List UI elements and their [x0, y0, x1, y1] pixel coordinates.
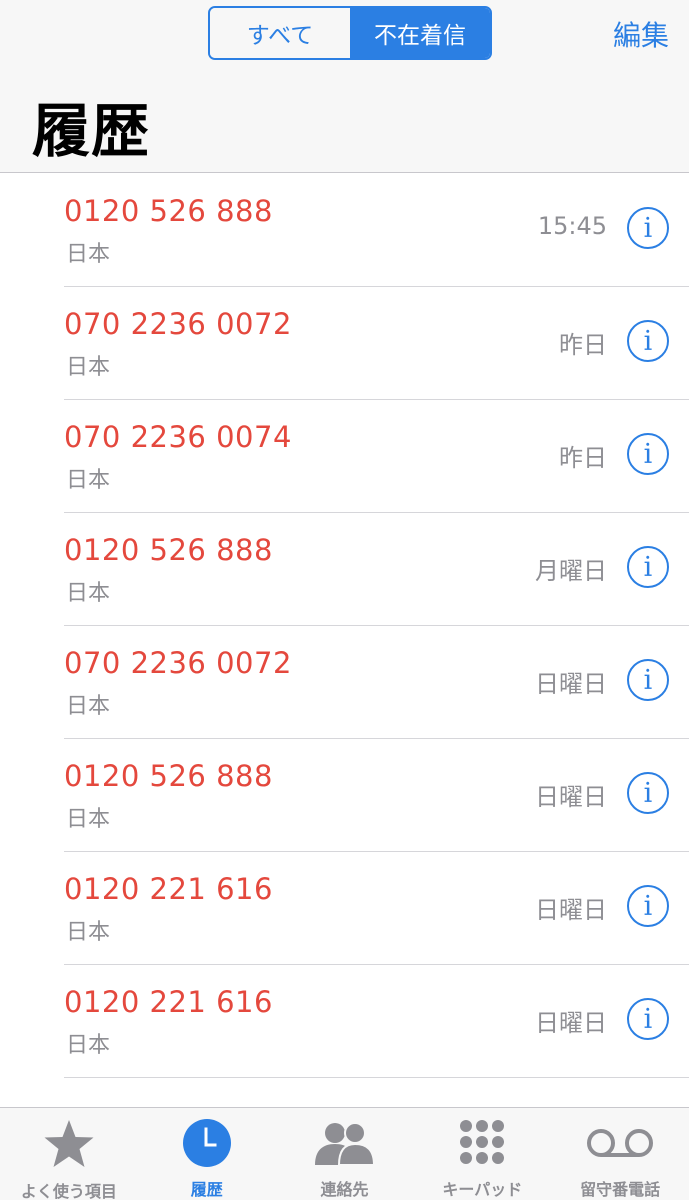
people-icon: [311, 1118, 377, 1168]
call-region: 日本: [66, 581, 111, 606]
call-time: 日曜日: [535, 670, 607, 698]
call-number: 0120 221 616: [64, 872, 273, 906]
page-title: 履歴: [32, 97, 151, 165]
info-icon[interactable]: i: [627, 433, 669, 475]
call-time: 日曜日: [535, 896, 607, 924]
phone-recents-screen: すべて 不在着信 編集 履歴 0120 526 888 日本 15:45 i 0…: [0, 0, 689, 1200]
tab-label: 留守番電話: [580, 1180, 661, 1199]
call-time: 昨日: [559, 444, 607, 472]
call-row[interactable]: 0120 526 888 日本 15:45 i: [0, 174, 689, 287]
call-number: 070 2236 0072: [64, 646, 292, 680]
info-icon[interactable]: i: [627, 207, 669, 249]
row-divider: [64, 1077, 689, 1078]
info-icon[interactable]: i: [627, 998, 669, 1040]
tab-voicemail[interactable]: 留守番電話: [551, 1108, 689, 1200]
call-region: 日本: [66, 1033, 111, 1058]
call-filter-segmented-control: すべて 不在着信: [208, 6, 492, 60]
call-number: 070 2236 0072: [64, 307, 292, 341]
call-region: 日本: [66, 468, 111, 493]
call-row[interactable]: 070 2236 0072 日本 昨日 i: [0, 287, 689, 400]
voicemail-icon: [585, 1118, 655, 1168]
call-number: 0120 526 888: [64, 194, 273, 228]
call-time: 日曜日: [535, 783, 607, 811]
call-row[interactable]: 0120 221 616 日本 日曜日 i: [0, 852, 689, 965]
tab-label: よく使う項目: [20, 1182, 117, 1200]
call-region: 日本: [66, 694, 111, 719]
edit-button[interactable]: 編集: [613, 14, 669, 54]
call-number: 0120 526 888: [64, 533, 273, 567]
tab-keypad[interactable]: キーパッド: [413, 1108, 551, 1200]
call-number: 0120 526 888: [64, 759, 273, 793]
call-region: 日本: [66, 920, 111, 945]
segment-all[interactable]: すべて: [210, 8, 350, 58]
call-region: 日本: [66, 242, 111, 267]
info-icon[interactable]: i: [627, 546, 669, 588]
call-time: 月曜日: [535, 557, 607, 585]
segment-missed[interactable]: 不在着信: [350, 8, 490, 58]
call-row[interactable]: 0120 526 888 日本 日曜日 i: [0, 739, 689, 852]
info-icon[interactable]: i: [627, 659, 669, 701]
call-region: 日本: [66, 355, 111, 380]
tab-label: 履歴: [190, 1180, 223, 1199]
keypad-grid-icon: [457, 1118, 507, 1168]
tab-label: 連絡先: [320, 1180, 369, 1199]
call-time: 15:45: [537, 212, 607, 240]
call-row[interactable]: 0120 526 888 日本 月曜日 i: [0, 513, 689, 626]
info-icon[interactable]: i: [627, 320, 669, 362]
call-time: 日曜日: [535, 1009, 607, 1037]
info-icon[interactable]: i: [627, 772, 669, 814]
recent-calls-list: 0120 526 888 日本 15:45 i 070 2236 0072 日本…: [0, 174, 689, 1078]
tab-contacts[interactable]: 連絡先: [276, 1108, 414, 1200]
call-number: 070 2236 0074: [64, 420, 292, 454]
navigation-header: すべて 不在着信 編集 履歴: [0, 0, 689, 173]
tab-recents[interactable]: 履歴: [138, 1108, 276, 1200]
tab-label: キーパッド: [442, 1180, 523, 1199]
call-row[interactable]: 070 2236 0074 日本 昨日 i: [0, 400, 689, 513]
info-icon[interactable]: i: [627, 885, 669, 927]
tab-favorites[interactable]: よく使う項目: [0, 1108, 138, 1200]
tab-bar: よく使う項目 履歴 連絡先 キーパッド 留守番電話: [0, 1107, 689, 1200]
call-row[interactable]: 070 2236 0072 日本 日曜日 i: [0, 626, 689, 739]
call-time: 昨日: [559, 331, 607, 359]
call-row[interactable]: 0120 221 616 日本 日曜日 i: [0, 965, 689, 1078]
star-icon: [42, 1118, 96, 1170]
call-number: 0120 221 616: [64, 985, 273, 1019]
call-region: 日本: [66, 807, 111, 832]
clock-icon: [182, 1118, 232, 1168]
